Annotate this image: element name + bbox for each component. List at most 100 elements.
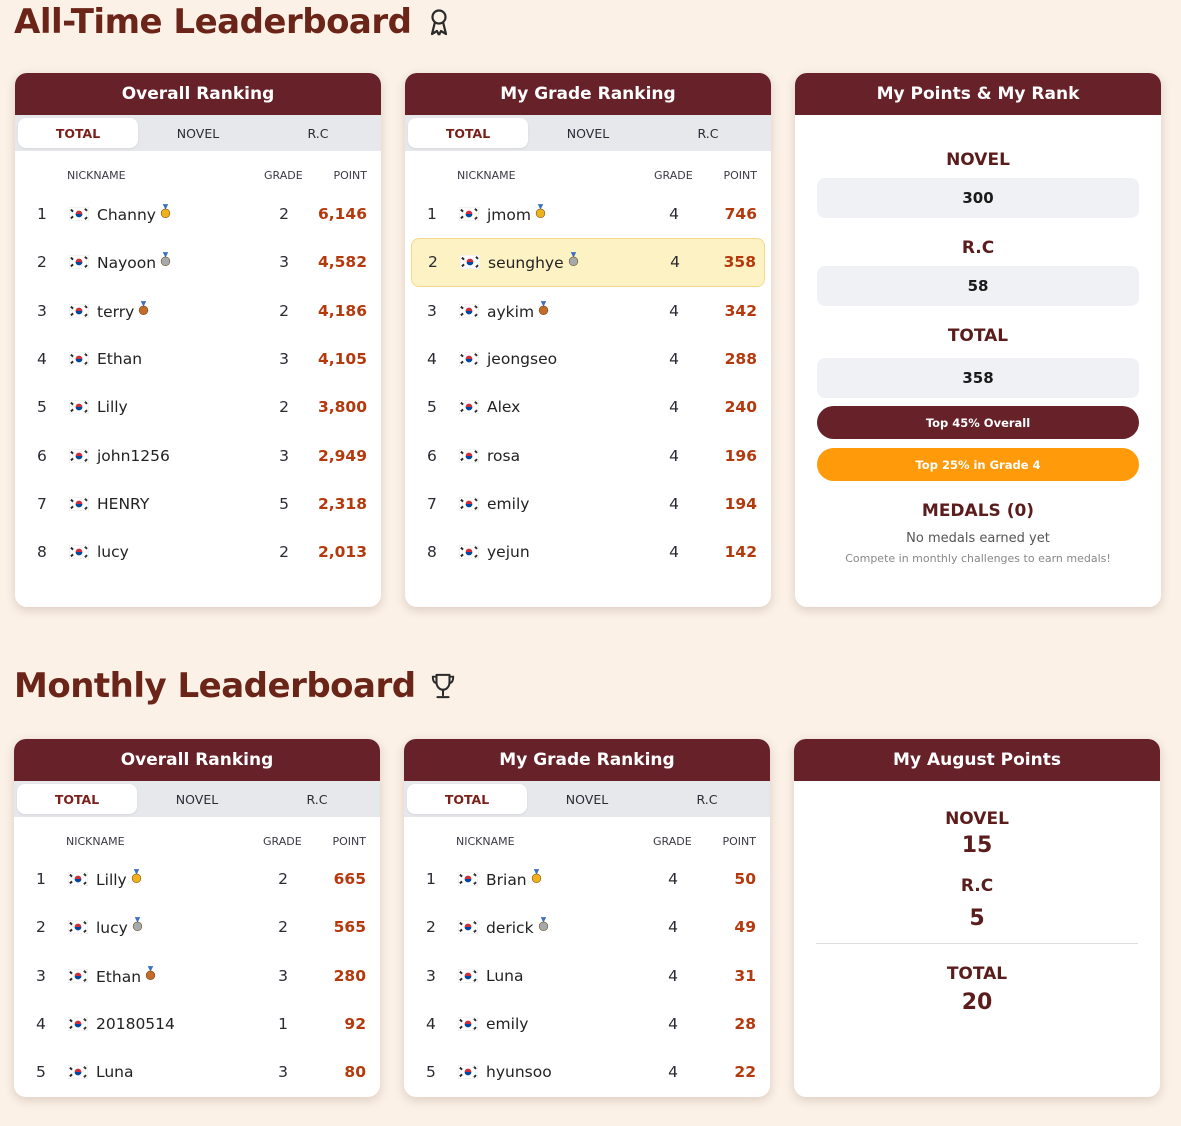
table-row[interactable]: 6 rosa 4 196: [405, 431, 771, 479]
table-row[interactable]: 2 Nayoon 3 4,582: [15, 238, 381, 286]
korea-flag-icon: [68, 448, 90, 463]
table-row[interactable]: 4 20180514 1 92: [14, 1000, 380, 1048]
gold-medal-icon: [535, 204, 546, 222]
bronze-medal-icon: [145, 965, 156, 984]
table-row[interactable]: 5 Luna 3 80: [14, 1048, 380, 1096]
rank-number: 2: [36, 918, 46, 937]
trophy-icon: [431, 673, 454, 699]
table-row[interactable]: 2 derick 4 49: [404, 903, 770, 951]
col-nickname: NICKNAME: [67, 169, 126, 182]
table-row[interactable]: 1 Channy 2 6,146: [15, 190, 381, 238]
col-grade: GRADE: [654, 169, 693, 182]
tab-novel[interactable]: NOVEL: [528, 118, 648, 148]
point-value: 2,318: [317, 494, 367, 513]
col-nickname: NICKNAME: [456, 835, 515, 848]
table-row[interactable]: 1 Lilly 2 665: [14, 855, 380, 903]
table-row[interactable]: 2 lucy 2 565: [14, 903, 380, 951]
table-row[interactable]: 5 hyunsoo 4 22: [404, 1048, 770, 1096]
nickname-text: Lilly: [97, 398, 128, 417]
tab-total[interactable]: TOTAL: [17, 784, 137, 814]
korea-flag-icon: [68, 206, 90, 222]
korea-flag-icon: [67, 1065, 89, 1080]
table-row[interactable]: 7 emily 4 194: [405, 480, 771, 528]
korea-flag-icon: [68, 544, 90, 560]
tab-rc[interactable]: R.C: [258, 118, 378, 148]
table-row[interactable]: 4 Ethan 3 4,105: [15, 335, 381, 383]
nickname-text: lucy: [96, 919, 128, 938]
tab-total[interactable]: TOTAL: [407, 784, 527, 814]
table-row[interactable]: 6 john1256 3 2,949: [15, 431, 381, 479]
nickname-text: rosa: [487, 446, 521, 465]
table-row[interactable]: 3 aykim 4 342: [405, 287, 771, 335]
grade-value: 4: [668, 1063, 678, 1082]
nickname: 20180514: [96, 1015, 175, 1033]
ranking-list[interactable]: 1 Brian 4 50 2 derick 4 49 3 Luna 4 31 4 emily 4 28 5 hyu…: [404, 855, 770, 1097]
alltime-overall-card: Overall Ranking TOTAL NOVEL R.C NICKNAME…: [15, 73, 381, 607]
novel-label: NOVEL: [945, 809, 1009, 829]
table-row[interactable]: 3 Ethan 3 280: [14, 952, 380, 1000]
table-row[interactable]: 1 jmom 4 746: [405, 190, 771, 238]
overall-rank-pill: Top 45% Overall: [817, 406, 1139, 439]
nickname-text: yejun: [487, 543, 530, 562]
korea-flag-icon: [457, 968, 479, 984]
korea-flag-icon: [458, 351, 480, 367]
korea-flag-icon: [68, 255, 90, 270]
rank-number: 5: [427, 398, 437, 417]
tab-rc[interactable]: R.C: [648, 118, 768, 148]
col-point: POINT: [722, 835, 756, 848]
nickname-text: Luna: [486, 966, 524, 985]
table-row[interactable]: 7 HENRY 5 2,318: [15, 480, 381, 528]
korea-flag-icon: [457, 1065, 479, 1080]
nickname-text: Luna: [96, 1063, 134, 1082]
korea-flag-icon: [458, 303, 480, 319]
nickname-text: jmom: [487, 206, 531, 225]
point-value: 3,800: [317, 398, 367, 417]
table-row[interactable]: 5 Lilly 2 3,800: [15, 383, 381, 431]
table-row[interactable]: 3 terry 2 4,186: [15, 287, 381, 335]
tab-total[interactable]: TOTAL: [18, 118, 138, 148]
nickname-text: Channy: [97, 206, 156, 225]
table-row[interactable]: 1 Brian 4 50: [404, 855, 770, 903]
tab-rc[interactable]: R.C: [257, 784, 377, 814]
grade-value: 2: [279, 301, 289, 320]
grade-value: 5: [279, 494, 289, 513]
korea-flag-icon: [459, 255, 481, 270]
table-row[interactable]: 4 jeongseo 4 288: [405, 335, 771, 383]
korea-flag-icon: [457, 1016, 479, 1032]
tab-novel[interactable]: NOVEL: [137, 784, 257, 814]
grade-value: 4: [669, 205, 679, 224]
rank-number: 4: [37, 350, 47, 369]
silver-medal-icon: [568, 252, 579, 270]
point-value: 2,949: [317, 446, 367, 465]
ranking-tabs: TOTAL NOVEL R.C: [404, 781, 770, 817]
rank-number: 2: [37, 253, 47, 272]
card-header: Overall Ranking: [14, 739, 380, 781]
tab-rc[interactable]: R.C: [647, 784, 767, 814]
nickname-text: john1256: [97, 446, 170, 465]
tab-novel[interactable]: NOVEL: [138, 118, 258, 148]
ranking-list[interactable]: 1 Channy 2 6,146 2 Nayoon 3 4,582 3 terry 2 4,186 4 E…: [15, 190, 381, 604]
table-row[interactable]: 3 Luna 4 31: [404, 952, 770, 1000]
tab-total[interactable]: TOTAL: [408, 118, 528, 148]
nickname: Alex: [487, 398, 520, 416]
table-row[interactable]: 8 lucy 2 2,013: [15, 528, 381, 576]
point-value: 50: [734, 870, 756, 889]
col-nickname: NICKNAME: [457, 169, 516, 182]
table-row[interactable]: 5 Alex 4 240: [405, 383, 771, 431]
nickname: emily: [486, 1015, 528, 1033]
ranking-list[interactable]: 1 jmom 4 746 2 seunghye 4 358 3 aykim 4 342 4 jeongse…: [405, 190, 771, 600]
nickname: lucy: [96, 917, 143, 937]
card-header: My Grade Ranking: [405, 73, 771, 115]
rank-number: 5: [37, 398, 47, 417]
nickname-text: jeongseo: [487, 350, 558, 369]
korea-flag-icon: [458, 544, 480, 560]
ranking-list[interactable]: 1 Lilly 2 665 2 lucy 2 565 3 Ethan 3 280 4 20180514 1 9…: [14, 855, 380, 1097]
table-row[interactable]: 8 yejun 4 142: [405, 528, 771, 576]
point-value: 142: [724, 543, 757, 562]
tab-novel[interactable]: NOVEL: [527, 784, 647, 814]
no-medals-text: No medals earned yet: [906, 531, 1050, 546]
table-row-current-user[interactable]: 2 seunghye 4 358: [411, 238, 765, 287]
table-row[interactable]: 4 emily 4 28: [404, 1000, 770, 1048]
nickname: rosa: [487, 447, 520, 465]
alltime-title-text: All-Time Leaderboard: [14, 2, 412, 42]
